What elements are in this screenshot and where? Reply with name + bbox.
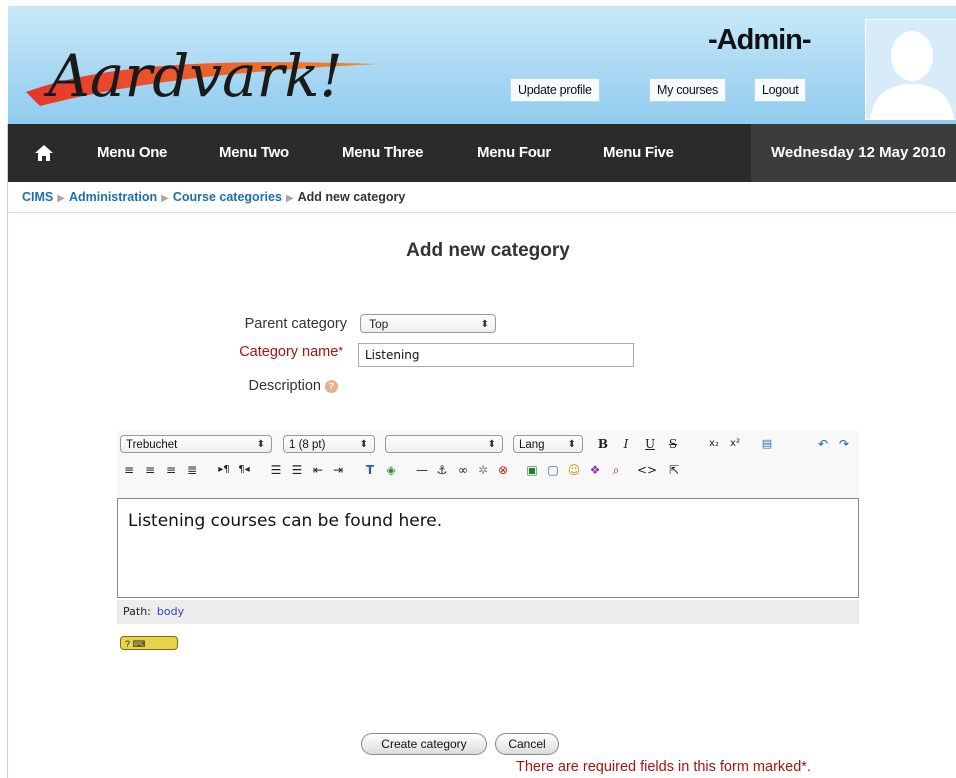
align-center-icon[interactable]: ≡ [141, 461, 159, 479]
select-arrows-icon: ⬍ [480, 319, 489, 330]
fullscreen-icon[interactable]: ⇱ [665, 461, 683, 479]
user-silhouette-icon [870, 31, 954, 119]
page-left-border [7, 124, 8, 778]
path-body-link[interactable]: body [157, 605, 184, 618]
nav-menu-one[interactable]: Menu One [97, 124, 167, 182]
html-editor: Trebuchet ⬍ 1 (8 pt) ⬍ ⬍ Lang ⬍ B I U S … [117, 430, 859, 630]
editor-toolbar: Trebuchet ⬍ 1 (8 pt) ⬍ ⬍ Lang ⬍ B I U S … [117, 430, 859, 500]
align-right-icon[interactable]: ≡ [162, 461, 180, 479]
indent-icon[interactable]: ⇥ [329, 461, 347, 479]
aardvark-logo[interactable]: Aardvark! [18, 14, 398, 124]
smiley-icon[interactable]: ☺ [565, 461, 583, 479]
breadcrumb-cims[interactable]: CIMS [22, 190, 53, 204]
nav-menu-three[interactable]: Menu Three [342, 124, 423, 182]
editor-help-icon[interactable]: ? ⌨ [120, 636, 178, 650]
breadcrumb-separator-icon: ▶ [161, 193, 169, 204]
ltr-icon[interactable]: ▸¶ [215, 461, 233, 479]
lang-select[interactable]: Lang ⬍ [513, 435, 583, 453]
horizontal-rule-icon[interactable]: — [413, 461, 431, 479]
editor-content-area[interactable]: Listening courses can be found here. [117, 498, 859, 598]
search-replace-icon[interactable]: ⌕ [607, 461, 625, 479]
unlink-icon[interactable]: ✲ [474, 461, 492, 479]
home-icon[interactable] [34, 143, 54, 163]
breadcrumb-current: Add new category [297, 190, 406, 204]
strikethrough-icon[interactable]: S [664, 435, 682, 453]
anchor-icon[interactable]: ⚓ [433, 461, 451, 479]
format-select[interactable]: ⬍ [385, 435, 503, 453]
site-header: Aardvark! -Admin- Update profile My cour… [8, 6, 956, 124]
italic-icon[interactable]: I [617, 435, 635, 453]
logout-link[interactable]: Logout [754, 78, 807, 102]
link-icon[interactable]: ∞ [454, 461, 472, 479]
logo-text: Aardvark! [43, 42, 343, 110]
create-category-button[interactable]: Create category [361, 733, 487, 755]
superscript-icon[interactable]: x² [726, 435, 744, 453]
unordered-list-icon[interactable]: ☰ [288, 461, 306, 479]
admin-name: -Admin- [708, 24, 812, 56]
current-date: Wednesday 12 May 2010 [751, 124, 956, 182]
category-name-label-row: Category name* [3, 344, 343, 360]
page-title: Add new category [406, 240, 570, 261]
select-arrows-icon: ⬍ [567, 439, 576, 450]
breadcrumb: CIMS ▶ Administration ▶ Course categories ▶ Ad… [8, 182, 956, 213]
breadcrumb-administration[interactable]: Administration [69, 190, 157, 204]
justify-icon[interactable]: ≣ [183, 461, 201, 479]
cancel-button[interactable]: Cancel [495, 733, 559, 755]
main-nav: Menu One Menu Two Menu Three Menu Four M… [8, 124, 956, 182]
lang-value: Lang [519, 439, 545, 451]
ordered-list-icon[interactable]: ☰ [267, 461, 285, 479]
underline-icon[interactable]: U [641, 435, 659, 453]
my-courses-link[interactable]: My courses [649, 78, 726, 102]
select-arrows-icon: ⬍ [487, 439, 496, 450]
nav-menu-five[interactable]: Menu Five [603, 124, 674, 182]
background-color-icon[interactable]: ◈ [382, 461, 400, 479]
text-color-icon[interactable]: T [361, 461, 379, 479]
font-size-select[interactable]: 1 (8 pt) ⬍ [283, 435, 375, 453]
nav-menu-two[interactable]: Menu Two [219, 124, 289, 182]
clean-word-icon[interactable]: ▤ [758, 435, 776, 453]
undo-icon[interactable]: ↶ [814, 435, 832, 453]
redo-icon[interactable]: ↷ [835, 435, 853, 453]
description-label-row: Description? [0, 378, 338, 394]
editor-content: Listening courses can be found here. [128, 511, 443, 531]
select-arrows-icon: ⬍ [359, 439, 368, 450]
category-name-label: Category name [239, 344, 339, 360]
help-icon[interactable]: ? [325, 379, 338, 393]
breadcrumb-separator-icon: ▶ [285, 193, 294, 204]
nolink-icon[interactable]: ⊗ [494, 461, 512, 479]
avatar[interactable] [865, 19, 956, 120]
bold-icon[interactable]: B [594, 435, 612, 453]
description-label: Description [248, 378, 321, 394]
outdent-icon[interactable]: ⇤ [309, 461, 327, 479]
required-fields-note: There are required fields in this form m… [516, 759, 811, 775]
align-left-icon[interactable]: ≡ [120, 461, 138, 479]
font-size-value: 1 (8 pt) [289, 439, 326, 451]
special-char-icon[interactable]: ❖ [586, 461, 604, 479]
parent-category-select[interactable]: Top ⬍ [360, 314, 496, 333]
breadcrumb-separator-icon: ▶ [57, 193, 65, 204]
path-label: Path: [123, 605, 151, 618]
subscript-icon[interactable]: x₂ [705, 435, 723, 453]
update-profile-link[interactable]: Update profile [510, 78, 600, 102]
nav-menu-four[interactable]: Menu Four [477, 124, 551, 182]
html-source-icon[interactable]: <> [637, 461, 657, 479]
category-name-input[interactable] [358, 343, 634, 367]
rtl-icon[interactable]: ¶◂ [235, 461, 253, 479]
select-arrows-icon: ⬍ [256, 439, 265, 450]
parent-category-label: Parent category [244, 316, 347, 332]
editor-path-bar: Path: body [117, 600, 859, 624]
font-family-select[interactable]: Trebuchet ⬍ [120, 435, 272, 453]
font-family-value: Trebuchet [126, 439, 178, 451]
insert-table-icon[interactable]: ▢ [544, 461, 562, 479]
breadcrumb-course-categories[interactable]: Course categories [173, 190, 282, 204]
insert-image-icon[interactable]: ▣ [523, 461, 541, 479]
parent-category-value: Top [369, 317, 389, 331]
required-star: * [338, 344, 343, 358]
